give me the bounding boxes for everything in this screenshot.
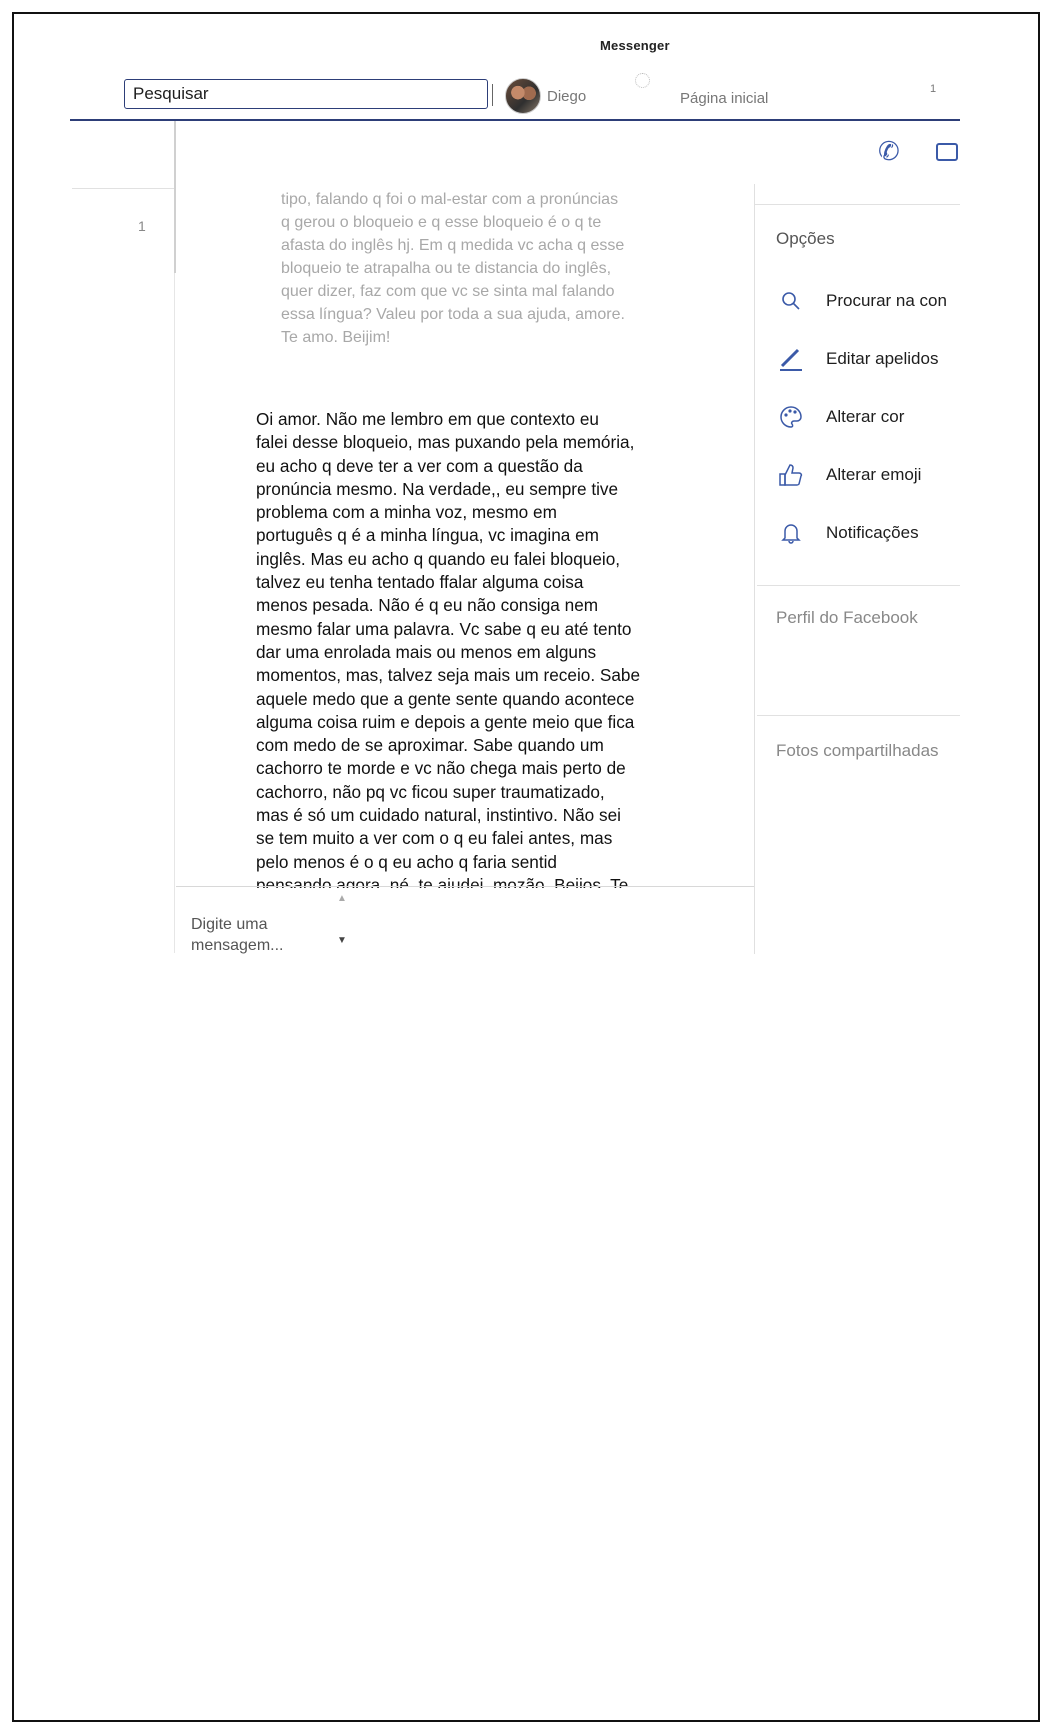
window-border — [12, 12, 1040, 1722]
